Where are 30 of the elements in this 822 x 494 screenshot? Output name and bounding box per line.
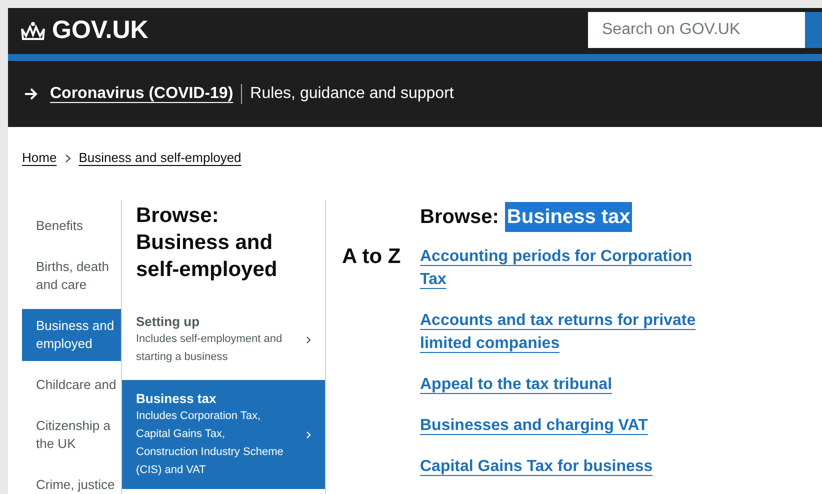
search-button[interactable] xyxy=(805,12,822,48)
covid-link[interactable]: Coronavirus (COVID-19) xyxy=(50,82,234,106)
category-link[interactable]: Citizenship a the UK xyxy=(22,409,121,461)
topic-link[interactable]: Accounts and tax returns for private limited companies xyxy=(420,309,720,355)
topic-link[interactable]: Capital Gains Tax for business xyxy=(420,455,720,478)
category-link[interactable]: Benefits xyxy=(22,209,121,243)
category-link[interactable]: Business and employed xyxy=(22,309,121,361)
logo-text: GOV.UK xyxy=(52,18,148,43)
panel-heading: Browse: Business and self-employed xyxy=(135,203,278,283)
category-link[interactable]: Childcare and xyxy=(22,368,121,402)
category-link[interactable]: Births, death and care xyxy=(22,250,121,302)
subcategory-link[interactable]: Setting up Includes self-employment and starting a business xyxy=(122,303,325,376)
govuk-logo-link[interactable]: GOV.UK xyxy=(20,18,148,43)
search-field[interactable]: Search on GOV.UK xyxy=(588,12,805,48)
subcategory-link[interactable]: Business tax Includes Corporation Tax, Capital Gains Tax, Construction Industry Scheme (CIS) and VAT xyxy=(122,380,325,489)
browse-heading: Browse: xyxy=(420,205,499,230)
topic-link[interactable]: Appeal to the tax tribunal xyxy=(420,373,720,396)
breadcrumb-link[interactable]: Business and self-employed xyxy=(78,148,242,168)
crown-icon xyxy=(20,20,46,40)
category-link[interactable]: Crime, justice xyxy=(22,468,121,494)
chevron-icon xyxy=(64,154,71,162)
banner-text: Rules, guidance and support xyxy=(250,84,454,104)
chevron-icon xyxy=(306,336,311,344)
topic-link[interactable]: Businesses and charging VAT xyxy=(420,414,720,437)
arrow-icon xyxy=(24,88,38,100)
topic-link[interactable]: Accounting periods for Corporation Tax xyxy=(420,245,720,291)
breadcrumb-link[interactable]: Home xyxy=(22,148,57,168)
a-to-z-heading: A to Z xyxy=(342,245,402,270)
chevron-icon xyxy=(306,430,311,438)
selected-heading-text: Business tax xyxy=(504,202,632,232)
